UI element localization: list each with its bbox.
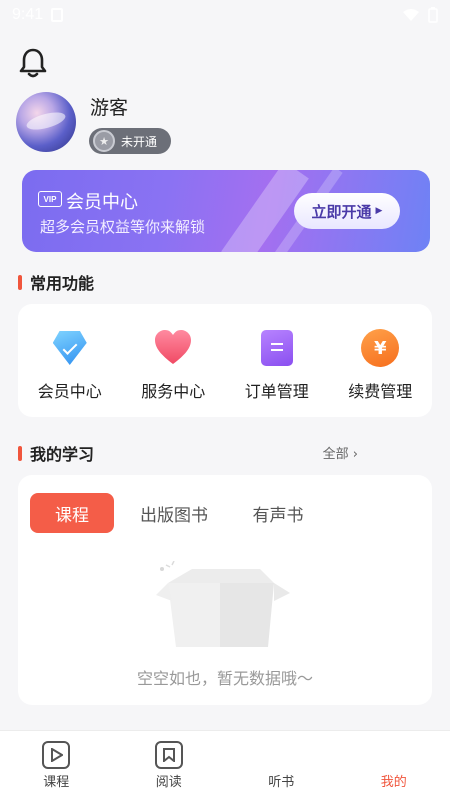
notification-bell-icon[interactable] [18, 47, 48, 79]
section-marker [18, 445, 22, 461]
section-marker [18, 274, 22, 290]
func-label: 会员中心 [37, 382, 102, 401]
tabbar-courses[interactable]: 课程 [0, 731, 113, 800]
chevron-right-icon: › [352, 447, 358, 462]
play-icon [42, 741, 71, 769]
see-all-label: 全部 [322, 447, 349, 462]
tabbar-label: 课程 [43, 775, 70, 790]
see-all-link[interactable]: 全部 › [323, 443, 358, 462]
tab-audiobooks[interactable]: 有声书 [238, 493, 318, 533]
tabbar-label: 听书 [268, 775, 295, 790]
notification-icon [51, 8, 64, 22]
section-title: 常用功能 [30, 274, 95, 293]
func-label: 订单管理 [244, 382, 309, 401]
heart-icon [153, 328, 193, 368]
member-status-label: 未开通 [121, 134, 158, 149]
order-icon [257, 328, 297, 368]
vip-tag-icon: VIP [38, 191, 62, 207]
crown-icon: ★ [93, 130, 115, 152]
diamond-icon [50, 328, 90, 368]
battery-icon [428, 7, 438, 23]
section-title: 我的学习 [30, 445, 95, 464]
func-service-center[interactable]: 服务中心 [122, 304, 226, 417]
my-study-header: 我的学习 [18, 441, 94, 465]
avatar[interactable] [16, 92, 76, 152]
func-renewal-management[interactable]: ¥ 续费管理 [329, 304, 433, 417]
yen-icon: ¥ [360, 328, 400, 368]
common-functions-card: 会员中心 服务中心 订单管理 ¥ 续费管理 [18, 304, 432, 417]
study-tabs: 课程 出版图书 有声书 [30, 493, 318, 533]
vip-banner[interactable]: VIP 会员中心 超多会员权益等你来解锁 立即开通 ▶ [22, 170, 430, 252]
wifi-icon [403, 9, 419, 21]
status-icons [402, 7, 438, 23]
func-label: 续费管理 [348, 382, 413, 401]
open-vip-label: 立即开通 [311, 202, 372, 221]
tabbar-reading[interactable]: 阅读 [113, 731, 226, 800]
open-vip-button[interactable]: 立即开通 ▶ [294, 193, 400, 229]
vip-subtitle: 超多会员权益等你来解锁 [40, 218, 206, 236]
vip-title: 会员中心 [66, 192, 138, 213]
func-order-management[interactable]: 订单管理 [225, 304, 329, 417]
my-study-card: 课程 出版图书 有声书 空空如也，暂无数据哦～ [18, 475, 432, 705]
member-status-badge[interactable]: ★ 未开通 [89, 128, 171, 154]
func-member-center[interactable]: 会员中心 [18, 304, 122, 417]
bottom-tab-bar: 课程 阅读 听书 我的 [0, 730, 450, 800]
common-functions-header: 常用功能 [18, 270, 94, 294]
func-label: 服务中心 [141, 382, 206, 401]
bookmark-icon [154, 741, 183, 769]
play-arrow-icon: ▶ [375, 206, 383, 216]
username[interactable]: 游客 [90, 93, 128, 120]
tab-published-books[interactable]: 出版图书 [128, 493, 220, 533]
tabbar-listen[interactable]: 听书 [225, 731, 338, 800]
tabbar-label: 我的 [380, 775, 407, 790]
status-time: 9:41 [12, 6, 44, 23]
empty-state-text: 空空如也，暂无数据哦～ [136, 669, 313, 688]
tabbar-label: 阅读 [155, 775, 182, 790]
tabbar-mine[interactable]: 我的 [338, 731, 450, 800]
empty-box-icon [156, 561, 290, 647]
status-bar: 9:41 [0, 0, 450, 30]
tab-courses[interactable]: 课程 [30, 493, 114, 533]
